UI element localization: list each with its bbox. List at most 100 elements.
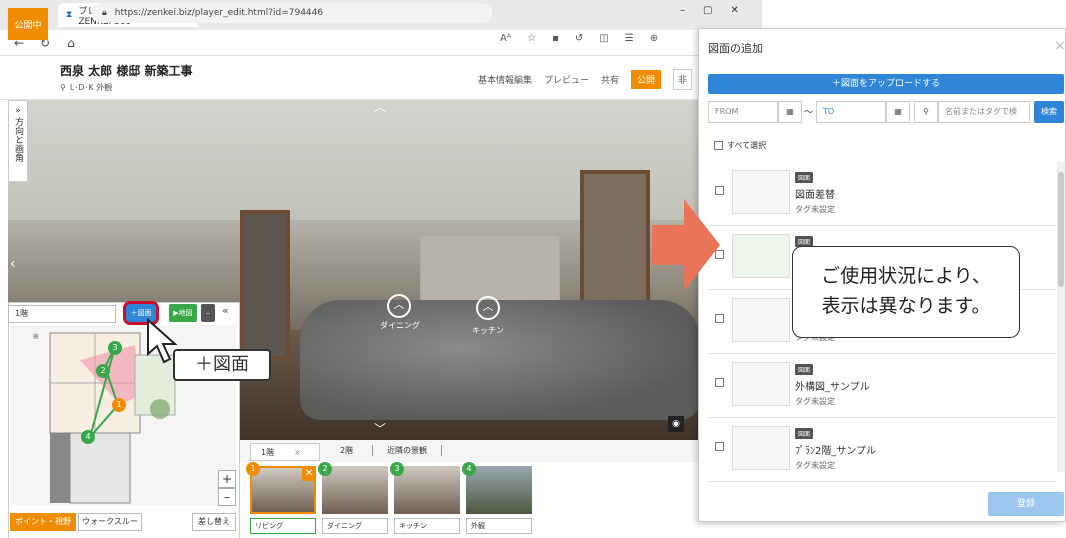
unpublish-button[interactable]: 非: [673, 69, 693, 90]
minimize-button[interactable]: –: [680, 5, 685, 16]
walkthrough-button[interactable]: ウォークスルー: [78, 513, 142, 531]
viewer-sofa: [300, 300, 700, 420]
plan-row-4-tag: タグ未設定: [795, 397, 835, 406]
favorite-icon[interactable]: ☆: [527, 33, 536, 44]
callout-line-2: 表示は異なります。: [821, 295, 991, 317]
plan-row-4-name: 外構図_サンプル: [795, 382, 870, 393]
thumbnail-3-label[interactable]: キッチン: [394, 518, 460, 534]
highlight-arrow-icon: [652, 199, 720, 291]
to-calendar-icon[interactable]: ▦: [886, 101, 910, 123]
thumbnail-4-badge: 4: [462, 462, 476, 476]
thumbnail-4-label[interactable]: 外観: [466, 518, 532, 534]
register-button[interactable]: 登録: [988, 492, 1064, 516]
upload-plan-button[interactable]: ＋図面をアップロードする: [708, 74, 1064, 94]
scroll-up-icon[interactable]: ︿: [374, 98, 386, 115]
plan-row-5-checkbox[interactable]: [715, 442, 724, 451]
side-tab-label: 方向と画角: [13, 117, 23, 162]
plan-pin-2[interactable]: 2: [96, 364, 110, 378]
plan-row-4-thumbnail: [732, 362, 790, 406]
url-text: https://zenkei.biz/player_edit.html?id=7…: [114, 8, 324, 18]
point-view-button[interactable]: ポイント・視野: [10, 513, 76, 531]
close-tab-floor-1-icon[interactable]: ×: [294, 448, 301, 457]
plan-row-5-name: ﾌﾟﾗﾝ2階_サンプル: [795, 446, 877, 457]
collapse-panel-icon[interactable]: «: [222, 304, 229, 317]
lock-icon: 🔒︎: [102, 8, 107, 18]
thumbnail-2-label[interactable]: ダイニング: [322, 518, 388, 534]
maximize-button[interactable]: ▢: [703, 5, 712, 16]
dialog-title: 図面の追加: [708, 42, 763, 55]
home-icon[interactable]: ⌂: [62, 33, 80, 53]
refresh-ext-icon[interactable]: ↺: [575, 33, 583, 44]
pan-left-icon[interactable]: ‹: [10, 256, 16, 272]
favorites-icon[interactable]: ☰: [625, 33, 634, 44]
zoom-out-button[interactable]: –: [218, 488, 236, 506]
callout-line-1: ご使用状況により、: [821, 265, 991, 287]
publish-button[interactable]: 公開: [631, 70, 662, 89]
thumbnail-2[interactable]: [322, 466, 388, 514]
search-icon: ⚲: [914, 101, 938, 123]
select-all-checkbox[interactable]: [714, 141, 723, 150]
nav-point-dining[interactable]: ︿: [387, 294, 411, 318]
project-subtitle: L･D･K 外観: [69, 83, 113, 92]
viewer-back-room: [420, 235, 560, 305]
direction-angle-tab[interactable]: » 方向と画角: [8, 100, 28, 182]
status-badge: 公開中: [8, 8, 48, 40]
camera-icon[interactable]: ◉: [668, 416, 684, 432]
thumbnail-3-badge: 3: [390, 462, 404, 476]
plan-row-5-badge: 図面: [795, 428, 814, 439]
split-view-icon[interactable]: ◫: [599, 33, 608, 44]
plan-pin-1[interactable]: 1: [112, 398, 126, 412]
zoom-in-button[interactable]: +: [218, 470, 236, 488]
remove-plan-button[interactable]: –: [201, 304, 215, 322]
share-button[interactable]: 共有: [601, 73, 619, 86]
plan-row-3-thumbnail: [732, 298, 790, 342]
plus-plan-label: ＋図面: [173, 349, 271, 381]
tab-floor-2[interactable]: 2階: [340, 445, 353, 456]
plan-row-1-badge: 図面: [795, 172, 814, 183]
date-range-tilde: ～: [804, 108, 814, 118]
plan-row-1-name: 図面差替: [795, 190, 835, 201]
plan-row-1-thumbnail: [732, 170, 790, 214]
preview-button[interactable]: プレビュー: [544, 73, 589, 86]
plan-row-4-checkbox[interactable]: [715, 378, 724, 387]
thumbnail-4[interactable]: [466, 466, 532, 514]
thumbnail-2-badge: 2: [318, 462, 332, 476]
nav-label-kitchen: キッチン: [472, 326, 504, 335]
plan-row-3-checkbox[interactable]: [715, 314, 724, 323]
thumbnail-3[interactable]: [394, 466, 460, 514]
plan-row-2-thumbnail: [732, 234, 790, 278]
search-button[interactable]: 検索: [1034, 101, 1064, 123]
scroll-down-icon[interactable]: ﹀: [374, 420, 386, 437]
plan-pin-3[interactable]: 3: [108, 341, 122, 355]
favicon-icon: ⧗: [66, 10, 73, 20]
basic-info-button[interactable]: 基本情報編集: [478, 73, 532, 86]
read-aloud-icon[interactable]: Aᴬ: [500, 33, 511, 44]
from-calendar-icon[interactable]: ▦: [778, 101, 802, 123]
nav-point-kitchen[interactable]: ︿: [476, 296, 500, 320]
search-input[interactable]: 名前またはタグで検: [938, 101, 1030, 123]
svg-text:⋇: ⋇: [32, 332, 40, 342]
close-window-button[interactable]: ✕: [730, 5, 738, 16]
floor-select[interactable]: 1階: [8, 305, 116, 323]
dialog-scrollbar-thumb[interactable]: [1058, 172, 1064, 287]
tag-icon: ⚲: [60, 83, 66, 92]
delete-thumbnail-icon[interactable]: ✕: [302, 467, 316, 481]
to-date-field[interactable]: TO: [816, 101, 886, 123]
url-field[interactable]: 🔒︎ https://zenkei.biz/player_edit.html?i…: [92, 3, 492, 23]
plan-row-5-thumbnail: [732, 426, 790, 470]
extension-icon[interactable]: ▪: [552, 33, 559, 44]
tab-floor-1[interactable]: 1階 ×: [250, 443, 320, 461]
collections-icon[interactable]: ⊕: [650, 33, 658, 44]
plan-pin-4[interactable]: 4: [81, 430, 95, 444]
thumbnail-1-label[interactable]: リビング: [250, 518, 316, 534]
plan-row-4-badge: 図面: [795, 364, 814, 375]
from-date-field[interactable]: FROM: [708, 101, 778, 123]
project-title: 西泉 太郎 様邸 新築工事: [60, 64, 193, 78]
tab-neighborhood[interactable]: 近隣の景観: [372, 445, 442, 456]
thumbnail-1-badge: 1: [246, 462, 260, 476]
tab-floor-1-label: 1階: [261, 447, 275, 457]
dialog-close-icon[interactable]: ×: [1054, 38, 1066, 54]
plan-row-1-checkbox[interactable]: [715, 186, 724, 195]
plan-row-1-tag: タグ未設定: [795, 205, 835, 214]
swap-button[interactable]: 差し替え: [192, 513, 236, 531]
